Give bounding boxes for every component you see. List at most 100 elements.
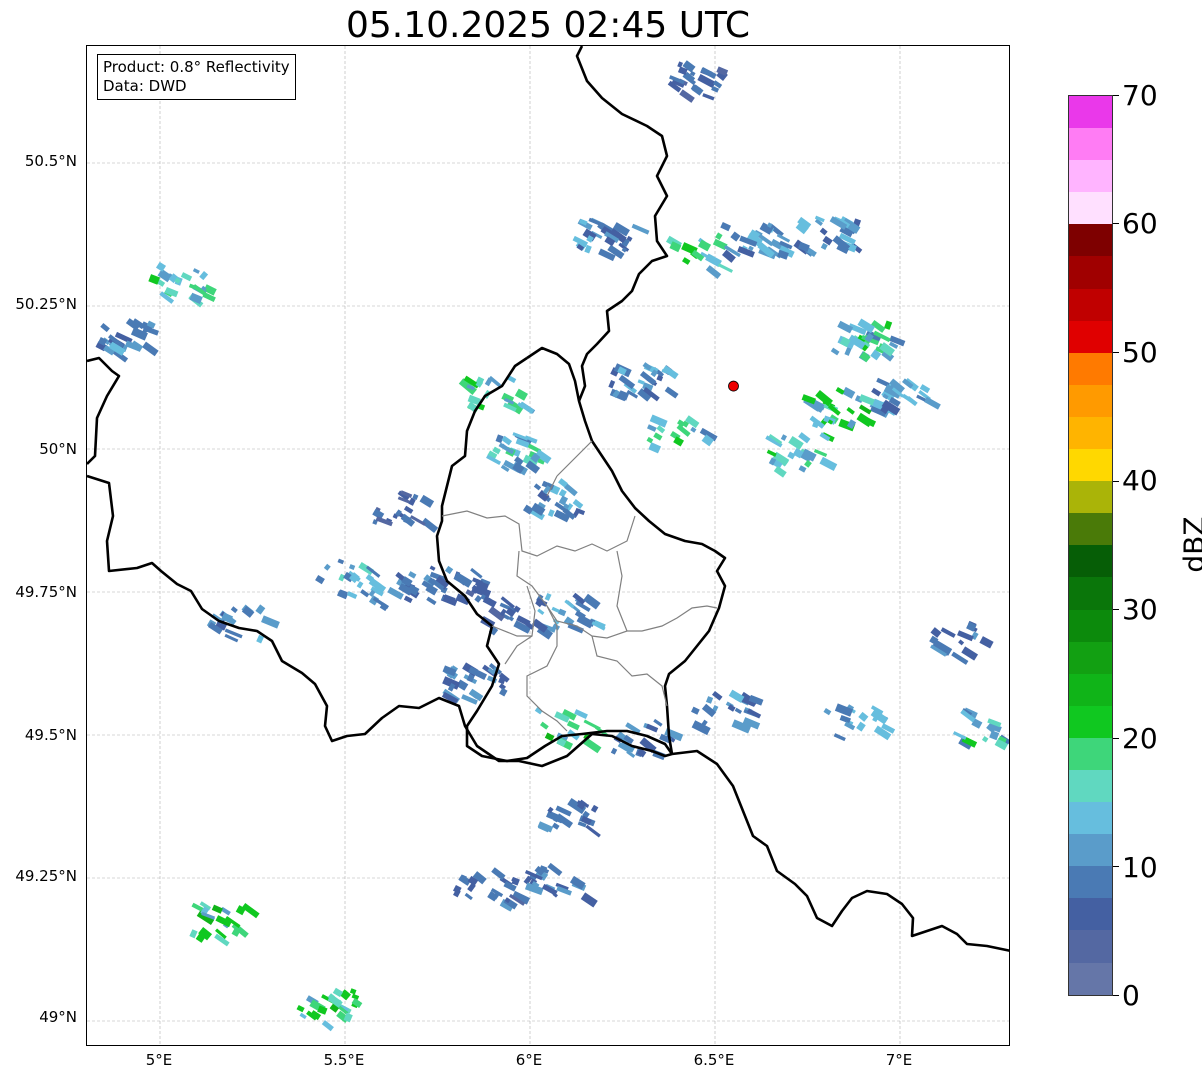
lon-tick: 6.5°E (693, 1051, 735, 1069)
colorbar-segment (1069, 641, 1112, 674)
radar-echo (804, 459, 812, 468)
radar-echo (514, 388, 528, 401)
radar-echo (583, 719, 601, 731)
radar-echo (837, 320, 854, 334)
colorbar-tick-mark (1113, 737, 1119, 739)
radar-echo (296, 1004, 305, 1013)
radar-echo (356, 581, 364, 589)
radar-echo (649, 414, 668, 428)
radar-echo (580, 892, 598, 908)
radar-echo (566, 720, 580, 731)
radar-echo (230, 606, 238, 614)
colorbar-segment (1069, 577, 1112, 610)
radar-echo (211, 904, 223, 914)
radar-echo (858, 711, 869, 722)
radar-echo (348, 564, 356, 570)
radar-echo (408, 571, 417, 579)
radar-echo (337, 558, 345, 565)
radar-echo (142, 341, 159, 357)
radar-echo (776, 233, 791, 243)
colorbar-segment (1069, 769, 1112, 803)
lon-tick: 5.5°E (323, 1051, 365, 1069)
radar-echo (464, 892, 473, 901)
radar-echo (957, 630, 974, 642)
radar-echo (255, 604, 266, 615)
radar-echo (537, 608, 545, 615)
colorbar-segment (1069, 160, 1112, 193)
lat-tick: 50°N (39, 440, 77, 458)
lat-tick: 50.25°N (15, 295, 77, 313)
colorbar-tick: 20 (1122, 722, 1158, 755)
map-title: 05.10.2025 02:45 UTC (345, 5, 751, 46)
radar-echo (533, 483, 542, 491)
radar-echo (830, 347, 840, 356)
radar-echo (647, 424, 657, 432)
radar-echo (444, 565, 454, 575)
colorbar-segment (1069, 224, 1112, 257)
colorbar-segment (1069, 128, 1112, 161)
radar-echo (547, 509, 555, 517)
radar-echo (871, 387, 882, 397)
radar-echo (701, 703, 717, 718)
colorbar-tick: 10 (1122, 851, 1158, 884)
lat-tick: 49°N (39, 1008, 77, 1026)
radar-echo (558, 495, 569, 506)
radar-echo (360, 589, 370, 598)
radar-echo (403, 505, 414, 514)
radar-echo (664, 386, 679, 399)
colorbar-segment (1069, 416, 1112, 450)
radar-echo (180, 272, 193, 282)
radar-echo (940, 627, 956, 638)
radar-map[interactable] (86, 45, 1010, 1046)
colorbar-segment (1069, 705, 1112, 738)
colorbar-segment (1069, 288, 1112, 321)
radar-echo (315, 574, 325, 585)
radar-echo (952, 731, 967, 740)
radar-echo (608, 380, 616, 389)
radar-echo (766, 449, 777, 457)
lat-tick: 49.5°N (24, 726, 77, 744)
radar-echo (645, 723, 659, 733)
radar-echo (823, 707, 832, 716)
radar-echo (375, 516, 393, 527)
colorbar-tick: 70 (1122, 79, 1158, 112)
radar-echo (590, 804, 599, 813)
colorbar-segment (1069, 481, 1112, 514)
radar-echo (474, 595, 482, 603)
radar-echo (734, 707, 743, 715)
radar-echo (705, 265, 722, 280)
radar-echo (773, 465, 787, 478)
radar-echo (192, 268, 200, 274)
radar-echo (189, 929, 198, 939)
radar-echo (547, 862, 563, 877)
colorbar-tick: 0 (1122, 979, 1140, 1012)
radar-echo (442, 594, 456, 605)
country-border (87, 356, 121, 465)
radar-echo (730, 231, 741, 242)
colorbar-tick-mark (1113, 995, 1119, 996)
radar-echo (610, 747, 618, 755)
lat-tick: 49.75°N (15, 583, 77, 601)
source-label: Data: DWD (103, 77, 187, 95)
radar-echo (717, 263, 733, 273)
radar-echo (720, 221, 732, 232)
radar-echo (705, 696, 714, 704)
colorbar-segment (1069, 609, 1112, 642)
country-border (671, 749, 1009, 952)
colorbar-segment (1069, 673, 1112, 706)
colorbar-segment (1069, 898, 1112, 931)
radar-echo (539, 721, 549, 730)
radar-echo (691, 720, 711, 736)
radar-echo (981, 735, 989, 743)
radar-echo (544, 592, 552, 601)
radar-echo (819, 456, 838, 472)
colorbar-segment (1069, 962, 1112, 995)
radar-echo (564, 599, 575, 609)
radar-echo (470, 567, 483, 579)
radar-echo (323, 563, 331, 571)
radar-echo (495, 434, 504, 444)
radar-echo (419, 494, 435, 508)
colorbar-segment (1069, 737, 1112, 770)
colorbar-segment (1069, 834, 1112, 867)
radar-echo (858, 394, 875, 406)
